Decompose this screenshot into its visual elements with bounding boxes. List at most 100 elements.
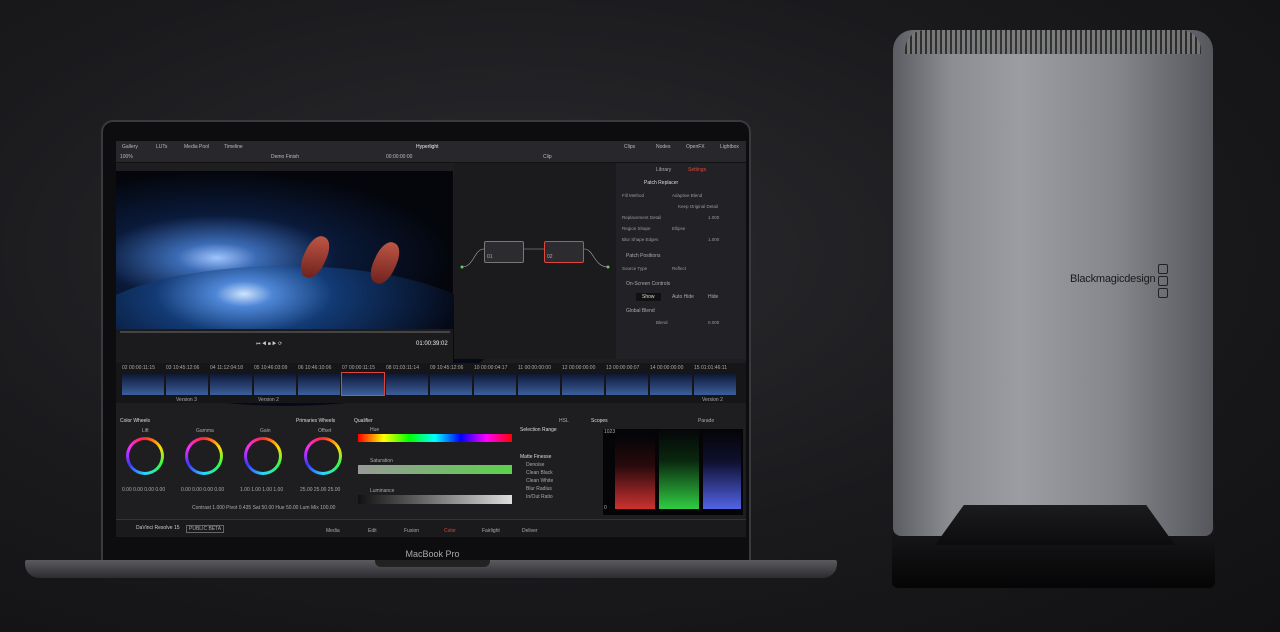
source-type-select[interactable]: Reflect bbox=[672, 266, 686, 271]
gamma-wheel[interactable] bbox=[185, 437, 223, 475]
tab-media-pool[interactable]: Media Pool bbox=[184, 144, 209, 150]
saturation-bar[interactable] bbox=[358, 465, 512, 474]
timeline-clip[interactable]: 08 01:03:11:14 bbox=[386, 365, 428, 395]
timeline-clip[interactable]: 13 00:00:00:07 bbox=[606, 365, 648, 395]
tab-settings[interactable]: Settings bbox=[688, 167, 706, 173]
tab-openfx[interactable]: OpenFX bbox=[686, 144, 705, 150]
gain-wheel[interactable] bbox=[244, 437, 282, 475]
timeline-clip[interactable]: 14 00:00:00:00 bbox=[650, 365, 692, 395]
tab-nodes[interactable]: Nodes bbox=[656, 144, 670, 150]
project-select[interactable]: Demo Finish bbox=[271, 154, 299, 160]
color-wheels-title: Color Wheels bbox=[120, 418, 151, 424]
matte-row[interactable]: Clean Black bbox=[526, 470, 553, 476]
blackmagic-logo-icon bbox=[1158, 264, 1168, 300]
resolve-name: DaVinci Resolve 15 bbox=[136, 525, 180, 531]
page-edit[interactable]: Edit bbox=[368, 528, 377, 534]
page-deliver[interactable]: Deliver bbox=[522, 528, 538, 534]
page-fusion[interactable]: Fusion bbox=[404, 528, 419, 534]
timeline-clip[interactable]: 04 11:12:04:18 bbox=[210, 365, 252, 395]
viewer-toolbar: 100% Demo Finish 00:00:00:00 Clip bbox=[116, 152, 746, 163]
page-color[interactable]: Color bbox=[444, 528, 456, 534]
region-shape-select[interactable]: Ellipse bbox=[672, 226, 685, 231]
laptop-label: MacBook Pro bbox=[405, 549, 460, 559]
timeline-clip[interactable]: 09 10:45:12:06 bbox=[430, 365, 472, 395]
lift-values: 0.00 0.00 0.00 0.00 bbox=[122, 487, 166, 493]
color-panels: Color Wheels Primaries Wheels Lift Gamma… bbox=[116, 413, 746, 519]
offset-wheel[interactable] bbox=[304, 437, 342, 475]
wheel-gain-label: Gain bbox=[260, 428, 271, 434]
timeline-clip[interactable]: 15 01:01:46:11 bbox=[694, 365, 736, 395]
blur-edges-value[interactable]: 1.000 bbox=[708, 237, 719, 242]
effect-name: Patch Replacer bbox=[644, 180, 679, 186]
timeline-clip[interactable]: 12 00:00:00:00 bbox=[562, 365, 604, 395]
page-bar: DaVinci Resolve 15 PUBLIC BETA Media Edi… bbox=[116, 519, 746, 537]
timeline-clip[interactable]: 06 10:46:10:06 bbox=[298, 365, 340, 395]
blend-value[interactable]: 0.000 bbox=[708, 320, 719, 325]
luminance-label: Luminance bbox=[370, 488, 395, 494]
tab-clips[interactable]: Clips bbox=[624, 144, 635, 150]
clip-timeline[interactable]: 02 00:00:11:15 03 10:45:12:06 04 11:12:0… bbox=[116, 363, 746, 403]
hue-bar[interactable] bbox=[358, 434, 512, 442]
node-02[interactable]: 02 bbox=[544, 241, 584, 263]
show-button[interactable]: Show bbox=[636, 293, 661, 301]
tab-luts[interactable]: LUTs bbox=[156, 144, 167, 150]
luminance-bar[interactable] bbox=[358, 495, 512, 504]
laptop-screen: Gallery LUTs Media Pool Timeline Hyperli… bbox=[116, 141, 746, 537]
scope-mode[interactable]: Parade bbox=[698, 418, 714, 424]
selection-range-title: Selection Range bbox=[520, 427, 557, 433]
fill-method-select[interactable]: Adaptive Blend bbox=[672, 193, 702, 198]
timeline-clip[interactable]: 03 10:45:12:06 bbox=[166, 365, 208, 395]
offset-values: 25.00 25.00 25.00 bbox=[300, 487, 341, 493]
hue-label: Hue bbox=[370, 427, 380, 433]
openfx-panel: Library Settings Patch Replacer Fill Met… bbox=[616, 163, 746, 359]
qualifier-title: Qualifier bbox=[354, 418, 373, 424]
matte-row[interactable]: Blur Radius bbox=[526, 486, 552, 492]
hsl-mode[interactable]: HSL bbox=[559, 418, 569, 424]
hide-button[interactable]: Hide bbox=[708, 294, 718, 300]
tab-timeline[interactable]: Timeline bbox=[224, 144, 243, 150]
scopes-title: Scopes bbox=[591, 418, 608, 424]
gain-values: 1.00 1.00 1.00 1.00 bbox=[240, 487, 284, 493]
section-patch-positions[interactable]: Patch Positions bbox=[626, 253, 660, 259]
node-links bbox=[460, 248, 610, 269]
timeline-clip[interactable]: 10 00:00:04:17 bbox=[474, 365, 516, 395]
timeline-clip[interactable]: 05 10:46:03:09 bbox=[254, 365, 296, 395]
matte-row[interactable]: Denoise bbox=[526, 462, 544, 468]
replacement-detail-label: Replacement Detail bbox=[622, 215, 662, 220]
lift-wheel[interactable] bbox=[126, 437, 164, 475]
version-label: Version 2 bbox=[702, 397, 723, 403]
region-shape-label: Region Shape bbox=[622, 226, 651, 231]
laptop-notch bbox=[375, 560, 490, 567]
tab-library[interactable]: Library bbox=[656, 167, 671, 173]
node-01[interactable]: 01 bbox=[484, 241, 524, 263]
wheel-gamma-label: Gamma bbox=[196, 428, 214, 434]
primaries-bottom-row[interactable]: Contrast 1.000 Pivot 0.435 Sat 50.00 Hue… bbox=[192, 505, 335, 511]
parade-scope: 1023 0 bbox=[603, 429, 743, 515]
clip-mode[interactable]: Clip bbox=[543, 154, 552, 160]
matte-row[interactable]: In/Out Ratio bbox=[526, 494, 553, 500]
matte-row[interactable]: Clean White bbox=[526, 478, 553, 484]
top-timecode: 00:00:00:00 bbox=[386, 154, 413, 160]
wheel-lift-label: Lift bbox=[142, 428, 149, 434]
primaries-wheels-title[interactable]: Primaries Wheels bbox=[296, 418, 335, 424]
tab-lightbox[interactable]: Lightbox bbox=[720, 144, 739, 150]
section-onscreen-controls[interactable]: On-Screen Controls bbox=[626, 281, 670, 287]
replacement-detail-value[interactable]: 1.000 bbox=[708, 215, 719, 220]
tab-gallery[interactable]: Gallery bbox=[122, 144, 138, 150]
node-editor[interactable]: 01 02 bbox=[454, 163, 616, 359]
transport-controls[interactable]: ⏮ ◀ ■ ▶ ⟳ bbox=[256, 341, 282, 347]
auto-hide-button[interactable]: Auto Hide bbox=[672, 294, 694, 300]
section-global-blend[interactable]: Global Blend bbox=[626, 308, 655, 314]
page-media[interactable]: Media bbox=[326, 528, 340, 534]
timeline-clip-selected[interactable]: 07 00:00:11:15 bbox=[341, 365, 385, 396]
keep-detail-checkbox[interactable]: Keep Original Detail bbox=[678, 204, 718, 209]
timeline-clip[interactable]: 02 00:00:11:15 bbox=[122, 365, 164, 395]
video-viewer[interactable] bbox=[116, 171, 496, 406]
fill-method-label: Fill Method bbox=[622, 193, 645, 198]
transport-bar: ⏮ ◀ ■ ▶ ⟳ 01:00:39:02 bbox=[116, 329, 453, 363]
page-fairlight[interactable]: Fairlight bbox=[482, 528, 500, 534]
zoom-select[interactable]: 100% bbox=[120, 154, 133, 160]
gamma-values: 0.00 0.00 0.00 0.00 bbox=[181, 487, 225, 493]
egpu-vent bbox=[905, 30, 1201, 54]
timeline-clip[interactable]: 11 00:00:00:00 bbox=[518, 365, 560, 395]
